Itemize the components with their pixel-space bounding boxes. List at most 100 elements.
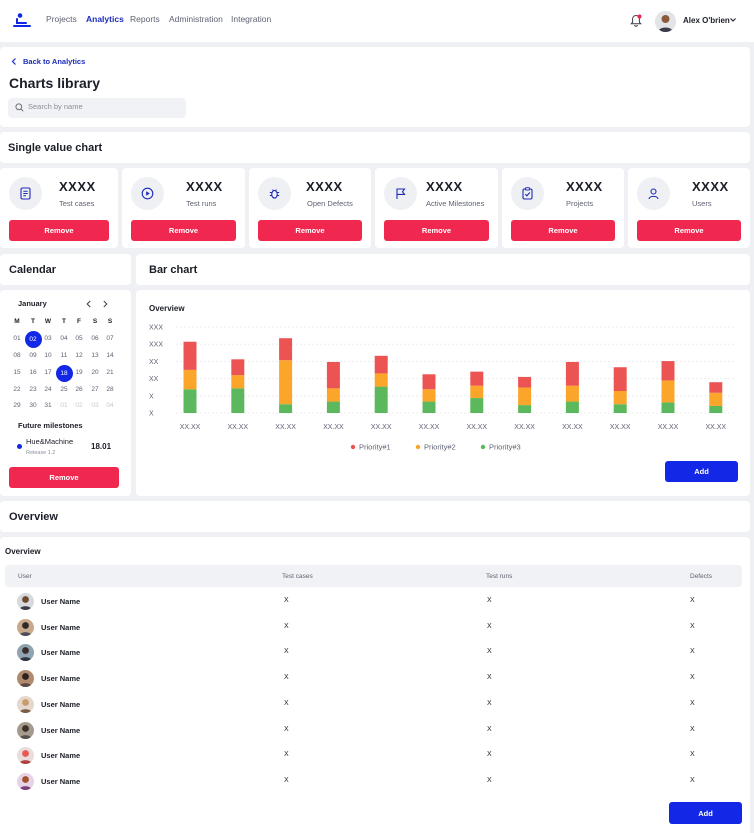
bar-segment[interactable] xyxy=(613,367,627,391)
chevron-left-icon[interactable] xyxy=(10,57,18,66)
bar-segment[interactable] xyxy=(279,360,293,405)
bar-segment[interactable] xyxy=(374,386,388,413)
bar-segment[interactable] xyxy=(374,373,388,387)
milestone-name[interactable]: Hue&Machine xyxy=(26,437,73,446)
calendar-day[interactable]: 18 xyxy=(55,364,73,382)
col-test-cases[interactable]: Test cases xyxy=(282,573,313,580)
calendar-day[interactable]: 10 xyxy=(40,349,56,363)
bar-segment[interactable] xyxy=(518,387,532,406)
col-test-runs[interactable]: Test runs xyxy=(486,573,512,580)
calendar-day[interactable]: 29 xyxy=(9,399,25,413)
bar-segment[interactable] xyxy=(279,338,293,361)
bar-segment[interactable] xyxy=(661,361,675,381)
back-link[interactable]: Back to Analytics xyxy=(23,57,85,66)
calendar-day[interactable]: 09 xyxy=(25,349,41,363)
calendar-day[interactable]: 23 xyxy=(25,383,41,397)
calendar-day[interactable]: 31 xyxy=(40,399,56,413)
chevron-down-icon[interactable] xyxy=(729,16,737,24)
calendar-day[interactable]: 04 xyxy=(102,399,118,413)
nav-reports[interactable]: Reports xyxy=(130,14,160,24)
calendar-day[interactable]: 28 xyxy=(102,383,118,397)
chart-add-button[interactable]: Add xyxy=(665,461,738,482)
nav-administration[interactable]: Administration xyxy=(169,14,223,24)
calendar-day[interactable]: 01 xyxy=(9,332,25,346)
app-logo-icon[interactable] xyxy=(13,12,31,30)
calendar-day[interactable]: 05 xyxy=(71,332,87,346)
bar-segment[interactable] xyxy=(231,388,245,413)
calendar-day[interactable]: 03 xyxy=(87,399,103,413)
bar-segment[interactable] xyxy=(183,389,197,413)
next-month-icon[interactable] xyxy=(101,300,109,308)
remove-button[interactable]: Remove xyxy=(131,220,236,241)
bar-segment[interactable] xyxy=(709,405,723,413)
bar-segment[interactable] xyxy=(709,392,723,406)
bar-segment[interactable] xyxy=(326,388,340,402)
calendar-day[interactable]: 08 xyxy=(9,349,25,363)
calendar-day[interactable]: 17 xyxy=(40,366,56,380)
calendar-remove-button[interactable]: Remove xyxy=(9,467,119,488)
calendar-day[interactable]: 26 xyxy=(71,383,87,397)
bar-segment[interactable] xyxy=(326,401,340,413)
search-box[interactable] xyxy=(8,98,186,118)
calendar-day[interactable]: 13 xyxy=(87,349,103,363)
bar-segment[interactable] xyxy=(470,398,484,413)
bar-segment[interactable] xyxy=(422,401,436,413)
bar-segment[interactable] xyxy=(661,380,675,403)
overview-add-button[interactable]: Add xyxy=(669,802,742,824)
bar-segment[interactable] xyxy=(518,376,532,388)
legend-label[interactable]: Priority#3 xyxy=(489,443,521,452)
calendar-day[interactable]: 07 xyxy=(102,332,118,346)
remove-button[interactable]: Remove xyxy=(384,220,489,241)
remove-button[interactable]: Remove xyxy=(258,220,362,241)
calendar-day[interactable]: 30 xyxy=(25,399,41,413)
nav-projects[interactable]: Projects xyxy=(46,14,77,24)
calendar-day[interactable]: 20 xyxy=(87,366,103,380)
remove-button[interactable]: Remove xyxy=(9,220,109,241)
calendar-day[interactable]: 02 xyxy=(24,330,42,348)
bar-segment[interactable] xyxy=(565,361,579,386)
bar-segment[interactable] xyxy=(422,374,436,390)
remove-button[interactable]: Remove xyxy=(637,220,741,241)
bar-segment[interactable] xyxy=(470,385,484,399)
legend-label[interactable]: Priority#1 xyxy=(359,443,391,452)
bar-segment[interactable] xyxy=(565,401,579,413)
user-avatar[interactable] xyxy=(655,11,676,32)
col-user[interactable]: User xyxy=(18,573,32,580)
calendar-day[interactable]: 06 xyxy=(87,332,103,346)
calendar-day[interactable]: 24 xyxy=(40,383,56,397)
calendar-day[interactable]: 01 xyxy=(56,399,72,413)
calendar-day[interactable]: 22 xyxy=(9,383,25,397)
calendar-day[interactable]: 04 xyxy=(56,332,72,346)
calendar-day[interactable]: 12 xyxy=(71,349,87,363)
calendar-day[interactable]: 25 xyxy=(56,383,72,397)
bar-segment[interactable] xyxy=(231,359,245,376)
bar-segment[interactable] xyxy=(183,369,197,390)
col-defects[interactable]: Defects xyxy=(690,573,712,580)
calendar-day[interactable]: 27 xyxy=(87,383,103,397)
bar-segment[interactable] xyxy=(279,404,293,413)
bar-segment[interactable] xyxy=(422,389,436,402)
nav-analytics[interactable]: Analytics xyxy=(86,14,124,24)
bar-segment[interactable] xyxy=(183,341,197,370)
prev-month-icon[interactable] xyxy=(85,300,93,308)
bar-segment[interactable] xyxy=(470,371,484,386)
calendar-day[interactable]: 15 xyxy=(9,366,25,380)
nav-integration[interactable]: Integration xyxy=(231,14,271,24)
calendar-day[interactable]: 02 xyxy=(71,399,87,413)
bar-segment[interactable] xyxy=(613,391,627,405)
remove-button[interactable]: Remove xyxy=(511,220,615,241)
calendar-day[interactable]: 03 xyxy=(40,332,56,346)
calendar-day[interactable]: 16 xyxy=(25,366,41,380)
legend-label[interactable]: Priority#2 xyxy=(424,443,456,452)
bar-segment[interactable] xyxy=(661,402,675,413)
bar-segment[interactable] xyxy=(709,382,723,393)
calendar-day[interactable]: 14 xyxy=(102,349,118,363)
bar-segment[interactable] xyxy=(374,355,388,374)
search-input[interactable] xyxy=(28,102,178,111)
bar-segment[interactable] xyxy=(326,361,340,389)
bar-segment[interactable] xyxy=(231,375,245,389)
user-name[interactable]: Alex O'brien xyxy=(683,16,730,25)
calendar-day[interactable]: 21 xyxy=(102,366,118,380)
bell-icon[interactable] xyxy=(630,14,642,27)
calendar-day[interactable]: 19 xyxy=(71,366,87,380)
